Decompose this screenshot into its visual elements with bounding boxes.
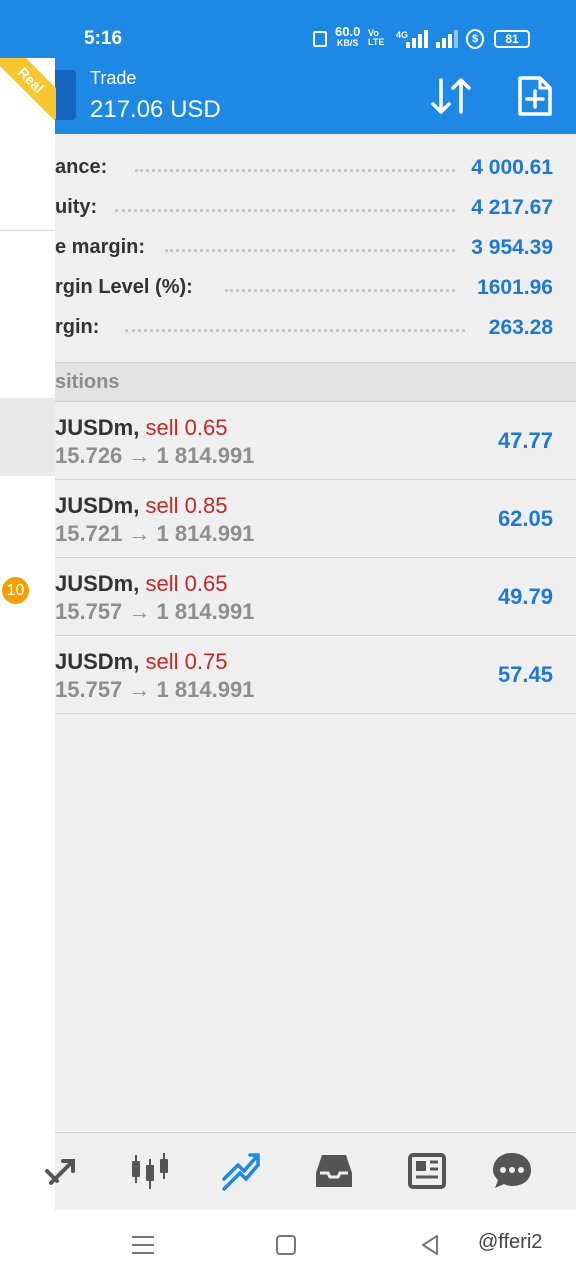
header-title: Trade: [90, 68, 137, 88]
summary-row-margin: rgin: 263.28: [55, 316, 553, 340]
back-icon[interactable]: [417, 1232, 443, 1258]
summary-row-balance: ance: 4 000.61: [55, 156, 553, 180]
position-row[interactable]: JUSDm, sell 0.75 15.757 → 1 814.991 57.4…: [55, 636, 576, 714]
history-icon[interactable]: [312, 1149, 356, 1193]
sort-icon[interactable]: [428, 74, 474, 118]
account-summary: ance: 4 000.61 uity: 4 217.67 e margin: …: [55, 148, 576, 348]
position-open-price: 15.721: [55, 521, 123, 546]
arrow-icon: →: [128, 677, 151, 702]
position-open-price: 15.757: [55, 599, 123, 624]
notification-badge: 10: [2, 577, 29, 604]
position-row[interactable]: JUSDm, sell 0.65 15.726 → 1 814.991 47.7…: [55, 402, 576, 480]
volte-indicator: Vo LTE: [368, 28, 385, 47]
security-shield-icon: $: [466, 29, 484, 49]
position-row[interactable]: JUSDm, sell 0.85 15.721 → 1 814.991 62.0…: [55, 480, 576, 558]
position-profit: 49.79: [497, 584, 553, 609]
position-row[interactable]: JUSDm, sell 0.65 15.757 → 1 814.991 49.7…: [55, 558, 576, 636]
signal-icon: 4G: [396, 30, 432, 48]
app-header: Trade 217.06 USD: [0, 58, 576, 134]
positions-section-header: sitions: [55, 362, 576, 402]
system-navigation-bar: @fferi2: [0, 1210, 576, 1280]
summary-row-equity: uity: 4 217.67: [55, 196, 553, 220]
position-profit: 57.45: [497, 662, 553, 687]
position-current-price: 1 814.991: [156, 443, 255, 468]
position-symbol: JUSDm,: [55, 649, 140, 674]
position-side-volume: sell 0.75: [145, 649, 228, 674]
drawer-selected-item[interactable]: [0, 398, 55, 476]
position-profit: 62.05: [497, 506, 553, 531]
new-order-icon[interactable]: [514, 74, 554, 118]
summary-row-margin-level: rgin Level (%): 1601.96: [55, 276, 553, 300]
battery-icon: 81: [494, 30, 530, 48]
summary-row-free-margin: e margin: 3 954.39: [55, 236, 553, 260]
vibrate-icon: [313, 31, 327, 47]
position-current-price: 1 814.991: [156, 599, 255, 624]
bottom-navigation: [45, 1132, 576, 1210]
menu-icon[interactable]: [130, 1232, 156, 1258]
chart-icon[interactable]: [128, 1149, 172, 1193]
real-account-ribbon: Real: [0, 58, 56, 134]
arrow-icon: →: [128, 599, 151, 624]
status-bar: 5:16 60.0 KB/S Vo LTE 4G $ 81: [0, 0, 576, 58]
side-drawer[interactable]: 10: [0, 58, 55, 1210]
position-open-price: 15.757: [55, 677, 123, 702]
home-icon[interactable]: [273, 1232, 299, 1258]
position-symbol: JUSDm,: [55, 415, 140, 440]
news-icon[interactable]: [404, 1149, 448, 1193]
header-profit: 217.06 USD: [90, 96, 221, 123]
position-open-price: 15.726: [55, 443, 123, 468]
watermark: @fferi2: [478, 1231, 543, 1253]
position-symbol: JUSDm,: [55, 493, 140, 518]
position-symbol: JUSDm,: [55, 571, 140, 596]
clock: 5:16: [84, 28, 123, 49]
position-current-price: 1 814.991: [156, 521, 255, 546]
position-side-volume: sell 0.65: [145, 571, 228, 596]
position-profit: 47.77: [497, 428, 553, 453]
quotes-icon[interactable]: [43, 1149, 87, 1193]
arrow-icon: →: [128, 521, 151, 546]
position-side-volume: sell 0.65: [145, 415, 228, 440]
arrow-icon: →: [128, 443, 151, 468]
network-speed: 60.0 KB/S: [335, 24, 361, 48]
trade-icon[interactable]: [220, 1149, 264, 1193]
positions-list: JUSDm, sell 0.65 15.726 → 1 814.991 47.7…: [55, 402, 576, 714]
position-side-volume: sell 0.85: [145, 493, 228, 518]
chat-icon[interactable]: [490, 1149, 534, 1193]
position-current-price: 1 814.991: [156, 677, 255, 702]
drawer-divider: [0, 230, 55, 231]
